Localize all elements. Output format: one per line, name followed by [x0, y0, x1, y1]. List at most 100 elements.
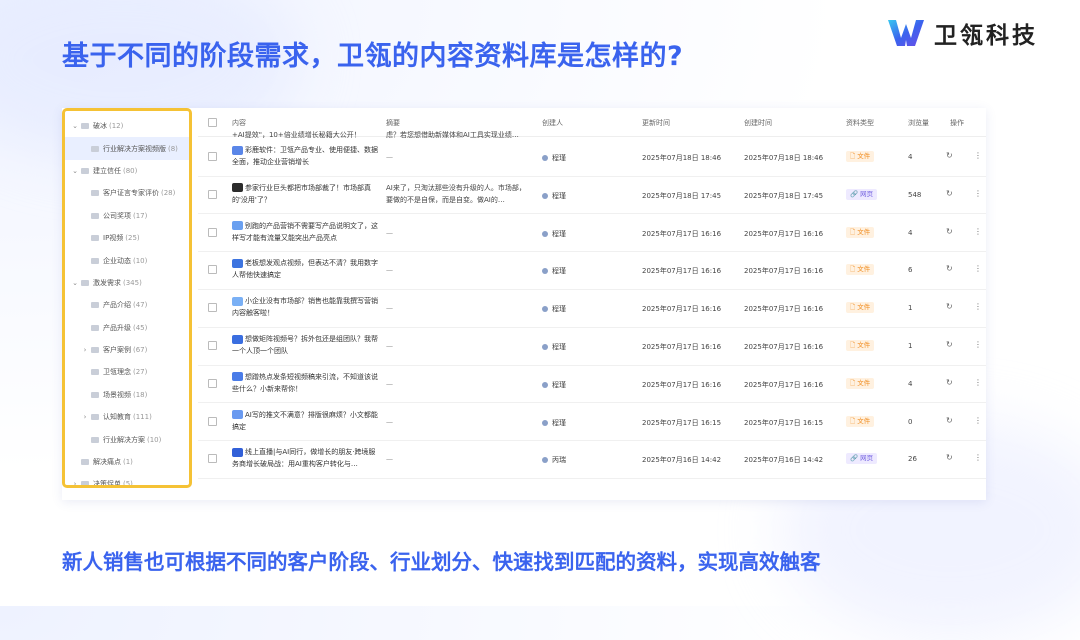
content-thumbnail [232, 221, 243, 231]
row-created: 2025年07月17日 16:16 [744, 380, 824, 389]
row-content[interactable]: 彩鹿软件：卫瓴产品专业、使用便捷、数据全面，推动企业营销增长 [232, 144, 382, 168]
tree-item[interactable]: › 决策促单 (5) [65, 473, 189, 485]
refresh-icon[interactable]: ↻ [946, 453, 953, 462]
tree-item[interactable]: 客户证言专家评价 (28) [65, 182, 189, 204]
chevron-down-icon[interactable]: ⌄ [71, 122, 79, 130]
tree-item-label: 建立信任 [93, 166, 121, 175]
row-checkbox[interactable] [208, 341, 217, 350]
refresh-icon[interactable]: ↻ [946, 340, 953, 349]
row-summary: — [386, 228, 393, 237]
row-updated: 2025年07月17日 16:16 [642, 305, 722, 314]
chevron-down-icon[interactable]: ⌄ [71, 167, 79, 175]
more-icon[interactable]: ⋮ [974, 340, 982, 349]
partial-row-content: +AI提效"，10+倍业绩增长秘籍大公开！ [232, 131, 361, 138]
row-summary: — [386, 379, 393, 388]
tree-item-label: 解决痛点 [93, 458, 121, 467]
partial-row: +AI提效"，10+倍业绩增长秘籍大公开！ 虑？若您想借助新媒体和AI工具实现业… [198, 130, 986, 138]
table-row[interactable]: 参家行业巨头都把市场部裁了！市场部真的'没用'了？ AI来了，只淘汰那些没有升级… [198, 176, 986, 215]
row-content[interactable]: AI写的推文不满意？排版很麻烦？小文都能搞定 [232, 409, 382, 433]
row-checkbox[interactable] [208, 152, 217, 161]
row-creator-name: 程瑾 [552, 418, 566, 427]
folder-icon [91, 324, 99, 331]
folder-icon [91, 235, 99, 242]
row-checkbox[interactable] [208, 378, 217, 388]
row-content[interactable]: 想做矩阵视频号？拆外包还是组团队？我帮一个人顶一个团队 [232, 333, 382, 357]
folder-icon [91, 414, 99, 421]
col-views[interactable]: 浏览量 [908, 118, 929, 128]
chevron-right-icon[interactable]: › [81, 346, 89, 354]
row-checkbox[interactable] [208, 227, 217, 237]
tree-item-count: (17) [133, 211, 148, 220]
more-icon[interactable]: ⋮ [974, 453, 982, 462]
refresh-icon[interactable]: ↻ [946, 416, 953, 425]
avatar [542, 268, 548, 275]
row-content[interactable]: 别跑的产品营销不需要写产品说明文了，这样写才能有流量又能突出产品亮点 [232, 220, 382, 244]
tree-item[interactable]: 企业动态 (10) [65, 249, 189, 271]
more-icon[interactable]: ⋮ [974, 264, 982, 273]
tree-item[interactable]: › 客户案例 (67) [65, 339, 189, 361]
row-content-title: 想做矩阵视频号？拆外包还是组团队？我帮一个人顶一个团队 [232, 335, 378, 355]
tree-item[interactable]: 公司奖项 (17) [65, 205, 189, 227]
tree-item[interactable]: 产品升级 (45) [65, 317, 189, 339]
content-thumbnail [232, 258, 243, 268]
tree-item[interactable]: 行业解决方案视频版 (8) [65, 137, 189, 160]
content-thumbnail [232, 183, 243, 193]
tree-item[interactable]: 行业解决方案 (10) [65, 428, 189, 450]
row-views: 4 [908, 379, 913, 388]
row-creator-name: 程瑾 [552, 380, 566, 389]
select-all-checkbox[interactable] [208, 118, 217, 127]
row-views: 4 [908, 228, 913, 237]
refresh-icon[interactable]: ↻ [946, 264, 953, 273]
row-content-title: 小企业没有市场部？销售也能靠我撰写营销内容触客啦！ [232, 297, 378, 318]
row-content[interactable]: 参家行业巨头都把市场部裁了！市场部真的'没用'了？ [232, 182, 382, 206]
table-row[interactable]: 老板想发观点视频，但表达不清？我用数字人帮他快速搞定 — 程瑾 2025年07月… [198, 251, 986, 290]
tree-item-label: 客户证言专家评价 [103, 189, 159, 198]
tree-item[interactable]: 场景视频 (18) [65, 384, 189, 406]
row-checkbox[interactable] [208, 265, 217, 275]
row-checkbox[interactable] [208, 189, 217, 199]
table-row[interactable]: 彩鹿软件：卫瓴产品专业、使用便捷、数据全面，推动企业营销增长 — 程瑾 2025… [198, 138, 986, 177]
content-thumbnail [232, 334, 243, 344]
tree-item[interactable]: 卫瓴理念 (27) [65, 361, 189, 383]
table-row[interactable]: 想做矩阵视频号？拆外包还是组团队？我帮一个人顶一个团队 — 程瑾 2025年07… [198, 327, 986, 366]
type-badge: 🗋 文件 [846, 415, 875, 427]
chevron-down-icon[interactable]: ⌄ [71, 279, 79, 287]
tree-item[interactable]: IP视频 (25) [65, 227, 189, 249]
chevron-right-icon[interactable]: › [81, 413, 89, 421]
row-checkbox[interactable] [208, 416, 217, 426]
more-icon[interactable]: ⋮ [974, 302, 982, 311]
table-row[interactable]: AI写的推文不满意？排版很麻烦？小文都能搞定 — 程瑾 2025年07月17日 … [198, 403, 986, 442]
tree-item[interactable]: ⌄ 建立信任 (80) [65, 160, 189, 182]
row-content[interactable]: 想蹭热点发条短视频稿来引流，不知道该说些什么？小新来帮你！ [232, 371, 382, 395]
more-icon[interactable]: ⋮ [974, 378, 982, 387]
tree-item-count: (27) [133, 368, 148, 377]
more-icon[interactable]: ⋮ [974, 151, 982, 160]
table-row[interactable]: 想蹭热点发条短视频稿来引流，不知道该说些什么？小新来帮你！ — 程瑾 2025年… [198, 365, 986, 404]
tree-item[interactable]: › 认知教育 (111) [65, 406, 189, 428]
row-content[interactable]: 小企业没有市场部？销售也能靠我撰写营销内容触客啦！ [232, 295, 382, 319]
more-icon[interactable]: ⋮ [974, 416, 982, 425]
folder-icon [91, 212, 99, 219]
partial-row-summary: 虑？若您想借助新媒体和AI工具实现业绩… [386, 131, 519, 138]
tree-item[interactable]: 产品介绍 (47) [65, 294, 189, 316]
tree-item[interactable]: ⌄ 破冰 (12) [65, 115, 189, 137]
table-row[interactable]: 线上直播|与AI同行，做增长的朋友·跨境服务商增长破局战：用AI重构客户转化与…… [198, 440, 986, 479]
tree-item[interactable]: 解决痛点 (1) [65, 451, 189, 473]
row-checkbox[interactable] [208, 454, 217, 464]
table-row[interactable]: 小企业没有市场部？销售也能靠我撰写营销内容触客啦！ — 程瑾 2025年07月1… [198, 289, 986, 328]
type-badge: 🗋 文件 [846, 264, 875, 276]
row-checkbox[interactable] [208, 303, 217, 313]
table-row[interactable]: 别跑的产品营销不需要写产品说明文了，这样写才能有流量又能突出产品亮点 — 程瑾 … [198, 214, 986, 253]
type-badge: 🗋 文件 [846, 302, 875, 314]
row-content[interactable]: 老板想发观点视频，但表达不清？我用数字人帮他快速搞定 [232, 257, 382, 281]
refresh-icon[interactable]: ↻ [946, 227, 953, 236]
refresh-icon[interactable]: ↻ [946, 302, 953, 311]
refresh-icon[interactable]: ↻ [946, 189, 953, 198]
tree-item[interactable]: ⌄ 激发需求 (345) [65, 272, 189, 294]
more-icon[interactable]: ⋮ [974, 227, 982, 236]
more-icon[interactable]: ⋮ [974, 189, 982, 198]
row-content[interactable]: 线上直播|与AI同行，做增长的朋友·跨境服务商增长破局战：用AI重构客户转化与… [232, 446, 382, 470]
chevron-right-icon[interactable]: › [71, 480, 79, 485]
refresh-icon[interactable]: ↻ [946, 151, 953, 160]
refresh-icon[interactable]: ↻ [946, 378, 953, 387]
